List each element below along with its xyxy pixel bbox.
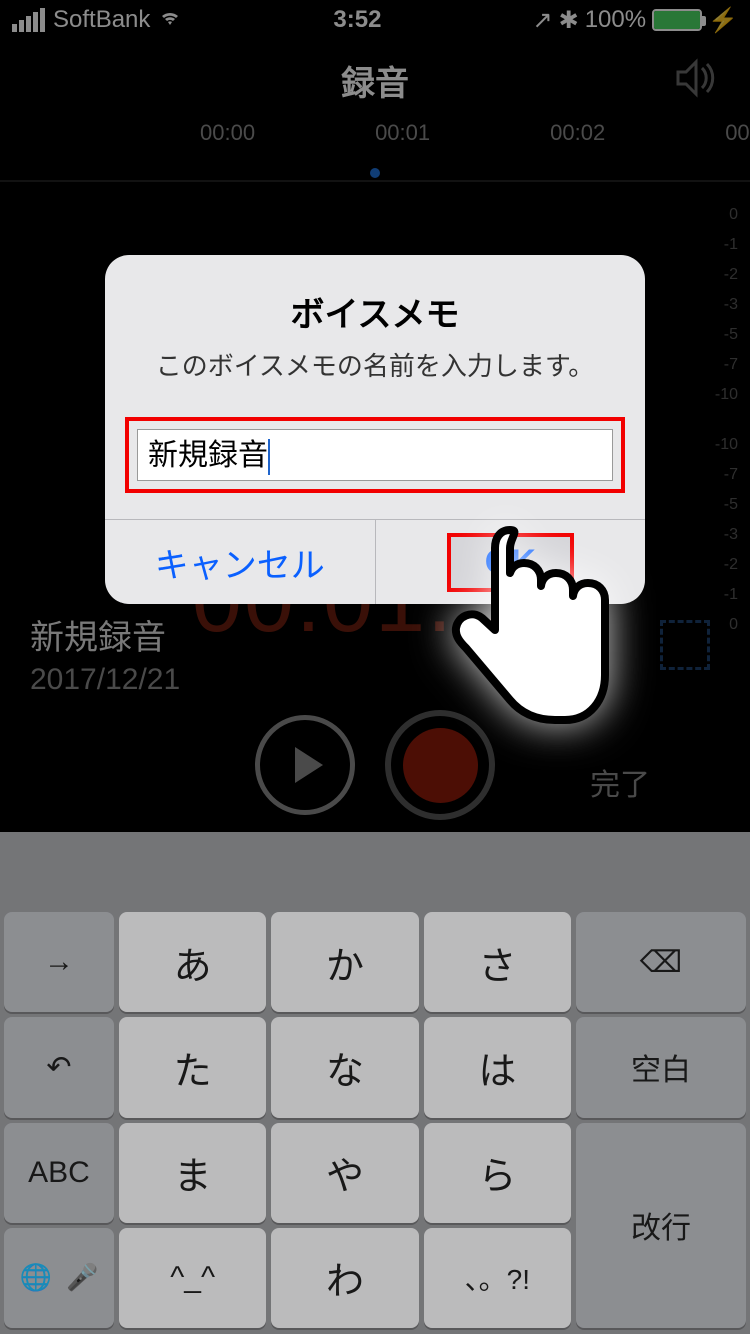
text-cursor — [268, 439, 270, 475]
input-value: 新規録音 — [148, 439, 268, 472]
dialog-subtitle: このボイスメモの名前を入力します。 — [135, 346, 615, 383]
input-highlight: 新規録音 — [125, 417, 625, 493]
pointer-hand-icon — [440, 520, 620, 745]
cancel-button[interactable]: キャンセル — [105, 520, 375, 604]
keyboard-dim-overlay — [0, 832, 750, 1334]
keyboard[interactable]: → あ か さ ⌫ ↶ た な は 空白 ABC ま や ら 改行 🌐 🎤 ^_… — [0, 832, 750, 1334]
dialog-title: ボイスメモ — [135, 287, 615, 336]
memo-name-input[interactable]: 新規録音 — [137, 429, 613, 481]
